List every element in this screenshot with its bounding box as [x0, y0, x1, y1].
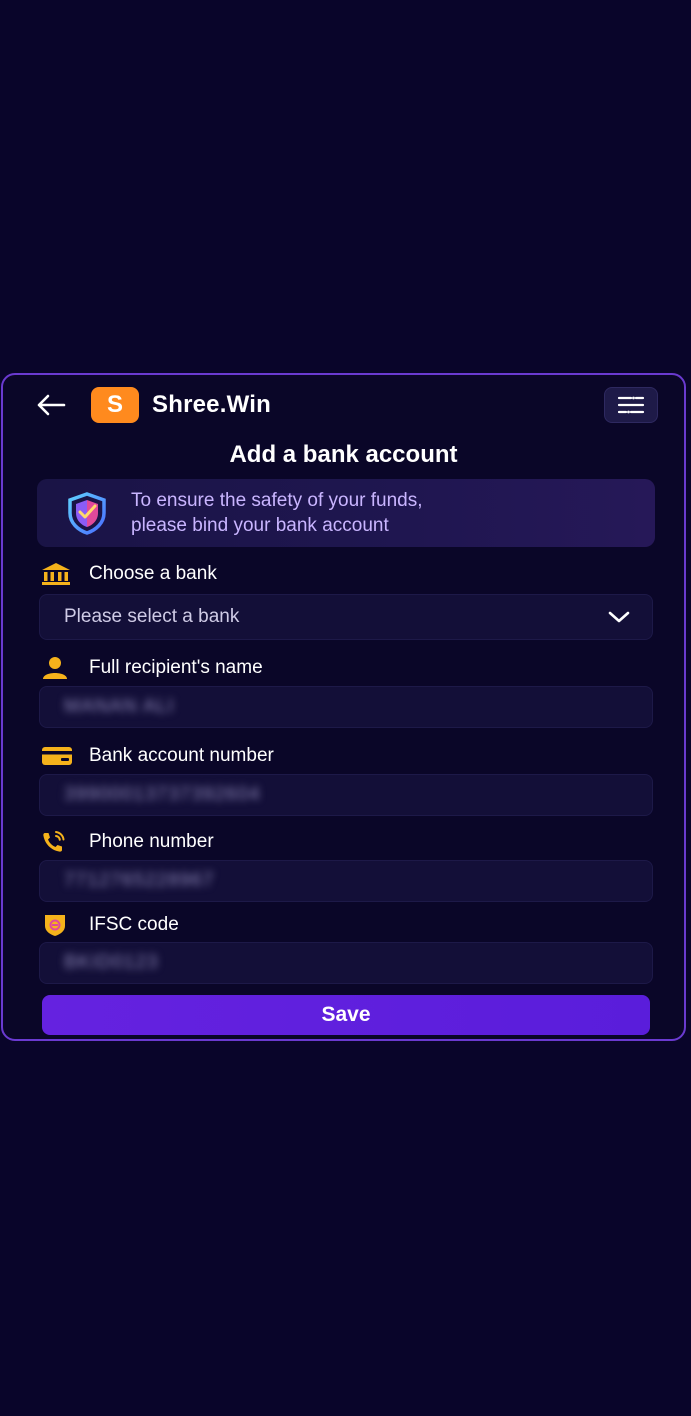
notice-line-2: please bind your bank account [131, 515, 389, 536]
phone-icon [41, 829, 73, 855]
card-icon [41, 743, 73, 769]
phone-label: Phone number [41, 829, 214, 855]
shield-icon [68, 492, 106, 535]
ifsc-code-value: BKID0123 [64, 952, 159, 973]
arrow-left-icon [37, 394, 66, 416]
badge-icon [41, 912, 73, 938]
bank-select-placeholder: Please select a bank [64, 606, 240, 627]
recipient-name-input[interactable]: MANAN ALI [39, 686, 653, 728]
bank-label: Choose a bank [41, 561, 217, 587]
logo-letter: S [106, 391, 123, 418]
name-label-text: Full recipient's name [89, 657, 263, 678]
phone-label-text: Phone number [89, 831, 214, 852]
bank-account-panel: S Shree.Win Add a bank account To ensure… [1, 373, 686, 1041]
account-number-value: 39900013737392604 [64, 784, 261, 805]
phone-number-input[interactable]: 7712765228967 [39, 860, 653, 902]
account-number-input[interactable]: 39900013737392604 [39, 774, 653, 816]
ifsc-code-input[interactable]: BKID0123 [39, 942, 653, 984]
brand-name: Shree.Win [152, 391, 271, 418]
bank-icon [41, 561, 73, 587]
menu-lines-icon [617, 396, 645, 414]
bank-label-text: Choose a bank [89, 563, 217, 584]
account-label: Bank account number [41, 743, 274, 769]
safety-notice: To ensure the safety of your funds, plea… [37, 479, 655, 547]
recipient-name-value: MANAN ALI [64, 696, 175, 717]
page-title: Add a bank account [229, 441, 458, 468]
app-logo: S [91, 387, 139, 423]
notice-text: To ensure the safety of your funds, plea… [131, 488, 423, 538]
chevron-down-icon [608, 611, 630, 623]
notice-line-1: To ensure the safety of your funds, [131, 490, 423, 511]
bank-select[interactable]: Please select a bank [39, 594, 653, 640]
account-label-text: Bank account number [89, 745, 274, 766]
save-button[interactable]: Save [42, 995, 650, 1035]
user-icon [41, 655, 73, 681]
ifsc-label-text: IFSC code [89, 914, 179, 935]
name-label: Full recipient's name [41, 655, 263, 681]
phone-number-value: 7712765228967 [64, 870, 215, 891]
ifsc-label: IFSC code [41, 912, 179, 938]
back-button[interactable] [31, 389, 71, 421]
menu-button[interactable] [604, 387, 658, 423]
